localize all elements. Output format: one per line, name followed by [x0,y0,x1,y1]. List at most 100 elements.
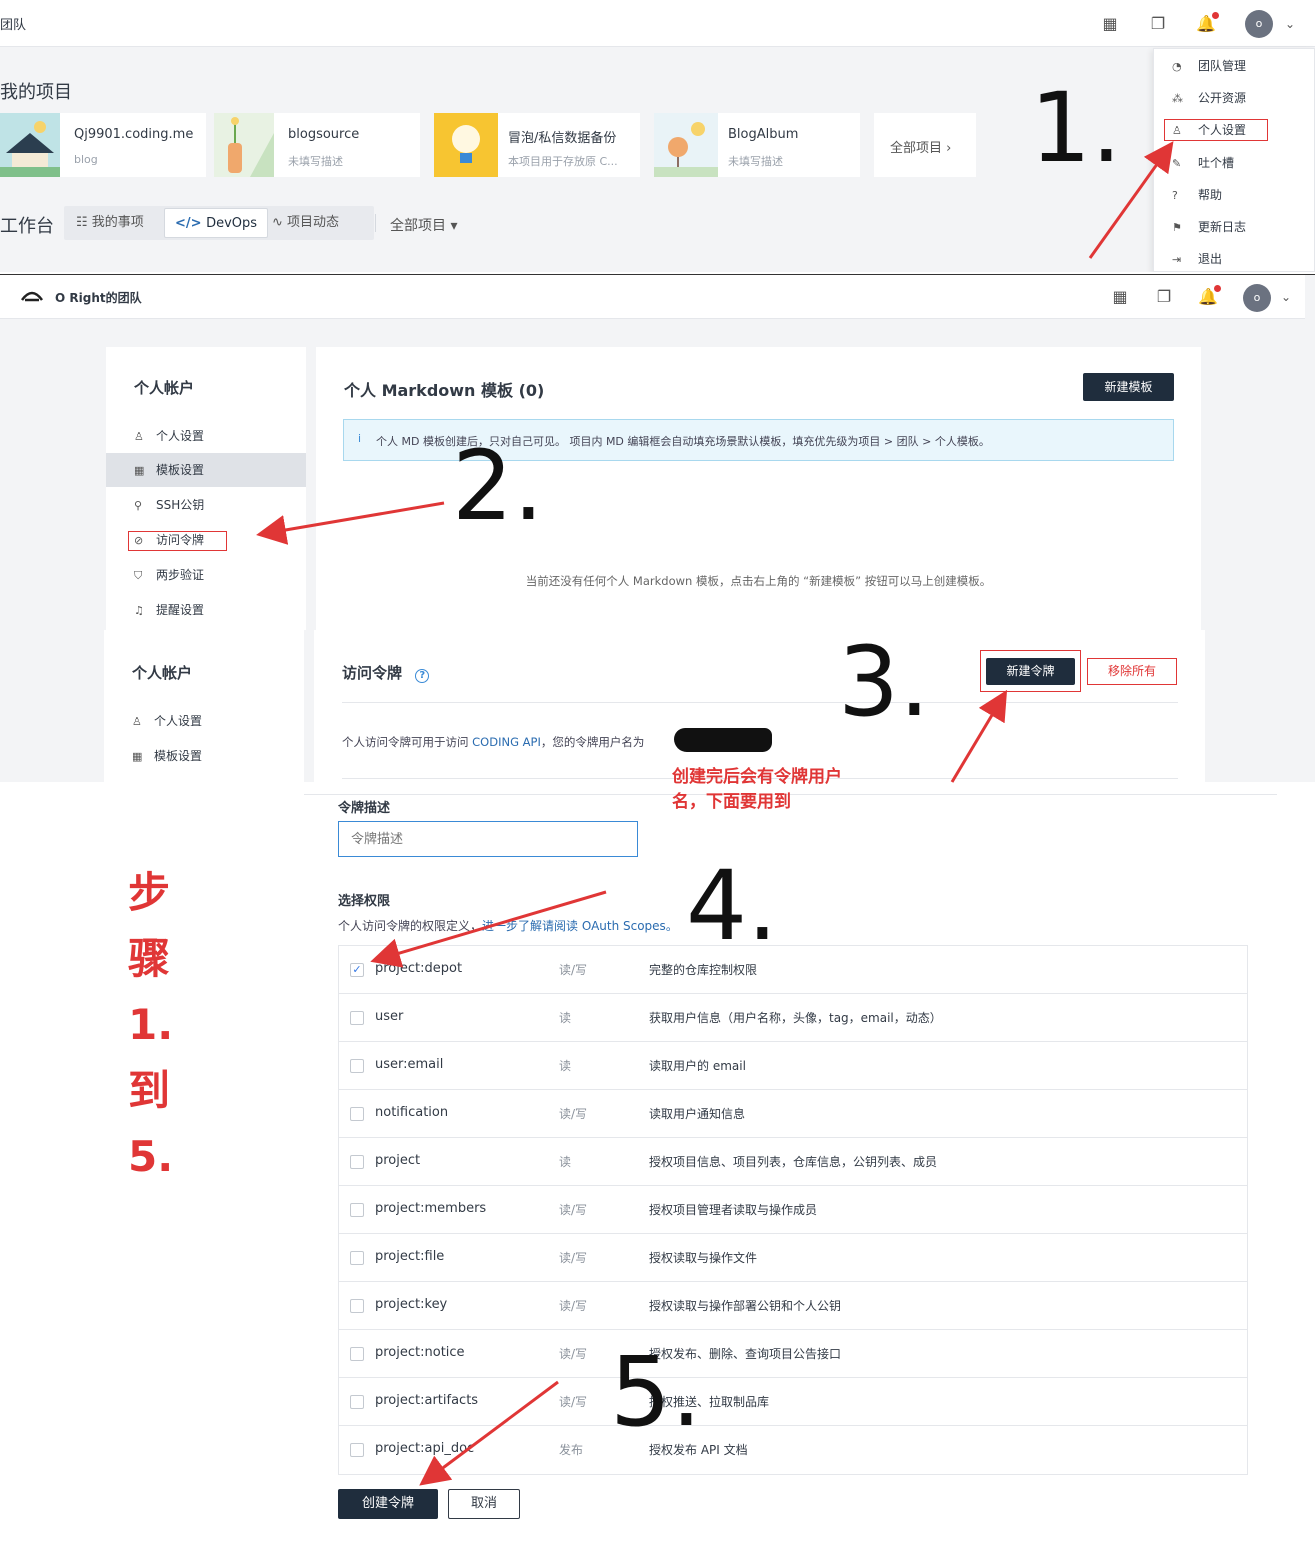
project-desc: 未填写描述 [288,155,343,168]
sidebar-item-reminders[interactable]: ♫ 提醒设置 [134,599,204,621]
all-projects-dropdown[interactable]: 全部项目 ▾ [390,215,457,235]
project-card[interactable]: BlogAlbum 未填写描述 [654,113,860,177]
scope-label: 选择权限 [338,894,391,909]
window-icon[interactable]: ❐ [1154,287,1174,307]
menu-label: 更新日志 [1198,220,1247,234]
sidebar-item-personal-settings[interactable]: ♙ 个人设置 [132,710,202,732]
permission-checkbox[interactable] [350,1251,364,1265]
menu-label: 团队管理 [1198,59,1247,73]
sidebar-item-two-factor[interactable]: ⛉ 两步验证 [134,564,204,586]
permission-desc: 授权项目信息、项目列表，仓库信息，公钥列表、成员 [649,1155,938,1169]
sidebar-item-template-settings[interactable]: ▦ 模板设置 [134,459,204,481]
menu-item-public-resources[interactable]: ⁂ 公开资源 [1172,87,1246,109]
sidebar-item-label: 个人设置 [156,429,205,443]
chevron-down-icon[interactable]: ⌄ [1276,287,1296,307]
menu-item-help[interactable]: ? 帮助 [1172,184,1222,206]
permissions-table: ✓ project:depot 读/写 完整的仓库控制权限 user 读 获取用户信息（用… [338,945,1248,1475]
template-content-panel: 个人 Markdown 模板 (0) 新建模板 i 个人 MD 模板创建后，只对… [316,347,1201,630]
tab-project-activity[interactable]: ∿ 项目动态 [262,208,349,238]
all-projects-card[interactable]: 全部项目 › [874,113,976,177]
flag-icon: ⚑ [1172,221,1182,234]
page-title: 个人 Markdown 模板 (0) [344,381,545,400]
menu-item-team-management[interactable]: ◔ 团队管理 [1172,55,1246,77]
user-icon: ♙ [132,715,142,728]
tab-devops[interactable]: </> DevOps [164,208,269,238]
sidebar-item-ssh-keys[interactable]: ⚲ SSH公钥 [134,494,204,516]
user-icon: ♙ [134,430,144,443]
notification-dot [1212,12,1219,19]
tokens-description: 个人访问令牌可用于访问 CODING API，您的令牌用户名为 [342,734,644,750]
team-name[interactable]: O Right的团队 [55,289,142,306]
permission-name: project:depot [375,961,463,976]
token-desc-label: 令牌描述 [338,801,391,816]
create-token-button[interactable]: 创建令牌 [338,1489,438,1519]
coding-api-link[interactable]: CODING API [472,735,541,749]
tab-my-tasks[interactable]: ☷ 我的事项 [66,208,154,238]
menu-item-feedback[interactable]: ✎ 吐个槽 [1172,152,1234,174]
chevron-down-icon[interactable]: ⌄ [1280,14,1300,34]
permission-name: project:file [375,1249,445,1264]
tab-label: 项目动态 [287,215,340,230]
cancel-button[interactable]: 取消 [448,1489,520,1519]
menu-label: 吐个槽 [1198,156,1235,170]
permission-access: 发布 [559,1443,584,1457]
table-row: project:artifacts 读/写 授权推送、拉取制品库 [339,1378,1247,1426]
project-name: blogsource [288,127,360,142]
question-icon: ? [1172,189,1178,202]
token-desc-input[interactable] [338,821,638,857]
table-row: project:key 读/写 授权读取与操作部署公钥和个人公钥 [339,1282,1247,1330]
calendar-icon[interactable]: ▦ [1110,287,1130,307]
permission-name: user [375,1009,404,1024]
step-3-number: 3. [838,626,930,738]
project-thumbnail-icon [214,113,274,177]
permission-checkbox[interactable] [350,1107,364,1121]
permission-checkbox[interactable] [350,1059,364,1073]
project-card[interactable]: 冒泡/私信数据备份 本项目用于存放原 C... [434,113,640,177]
permission-checkbox[interactable] [350,1395,364,1409]
team-label[interactable]: 团队 [0,14,26,33]
project-card[interactable]: Qj9901.coding.me blog [0,113,206,177]
logout-icon: ⇥ [1172,253,1182,266]
permission-access: 读/写 [559,1251,588,1265]
permission-desc: 授权读取与操作部署公钥和个人公钥 [649,1299,842,1313]
window-icon[interactable]: ❐ [1148,14,1168,34]
oauth-scopes-link[interactable]: 进一步了解请阅读 OAuth Scopes。 [482,919,678,933]
table-row: project:api_doc 发布 授权发布 API 文档 [339,1426,1247,1474]
permission-desc: 读取用户通知信息 [649,1107,746,1121]
all-projects-link[interactable]: 全部项目 › [890,137,951,156]
table-row: project 读 授权项目信息、项目列表，仓库信息，公钥列表、成员 [339,1138,1247,1186]
permission-checkbox[interactable] [350,1299,364,1313]
new-template-button[interactable]: 新建模板 [1083,373,1174,401]
permission-checkbox[interactable] [350,1347,364,1361]
permission-access: 读/写 [559,1395,588,1409]
permission-checkbox[interactable] [350,1011,364,1025]
menu-item-logout[interactable]: ⇥ 退出 [1172,248,1222,270]
sidebar-item-personal-settings[interactable]: ♙ 个人设置 [134,425,204,447]
note-line: 名，下面要用到 [672,792,791,812]
project-card[interactable]: blogsource 未填写描述 [214,113,420,177]
help-icon[interactable]: ? [415,669,430,683]
permission-checkbox[interactable]: ✓ [350,963,364,977]
sidebar-item-label: 两步验证 [156,568,205,582]
avatar[interactable]: o [1243,284,1271,312]
sidebar-title: 个人帐户 [134,379,195,397]
permission-checkbox[interactable] [350,1443,364,1457]
project-desc: 未填写描述 [728,155,783,168]
remove-all-button[interactable]: 移除所有 [1087,658,1177,685]
sidebar-item-label: SSH公钥 [156,498,205,512]
tab-label: 我的事项 [91,215,144,230]
avatar[interactable]: o [1245,10,1273,38]
menu-item-changelog[interactable]: ⚑ 更新日志 [1172,216,1246,238]
sidebar-item-template-settings[interactable]: ▦ 模板设置 [132,745,202,767]
redacted-username [674,728,772,752]
table-row: notification 读/写 读取用户通知信息 [339,1090,1247,1138]
project-thumbnail-icon [654,113,718,177]
divider [375,214,376,232]
permission-checkbox[interactable] [350,1203,364,1217]
notification-dot [1214,285,1221,292]
permission-checkbox[interactable] [350,1155,364,1169]
key-icon: ⚲ [134,499,143,512]
permission-desc: 授权读取与操作文件 [649,1251,758,1265]
calendar-icon[interactable]: ▦ [1100,14,1120,34]
settings-sidebar: 个人帐户 ♙ 个人设置 ▦ 模板设置 ⚲ SSH公钥 ⊘ 访问令牌 ⛉ 两步验证 ♫ 提醒设… [106,347,306,630]
